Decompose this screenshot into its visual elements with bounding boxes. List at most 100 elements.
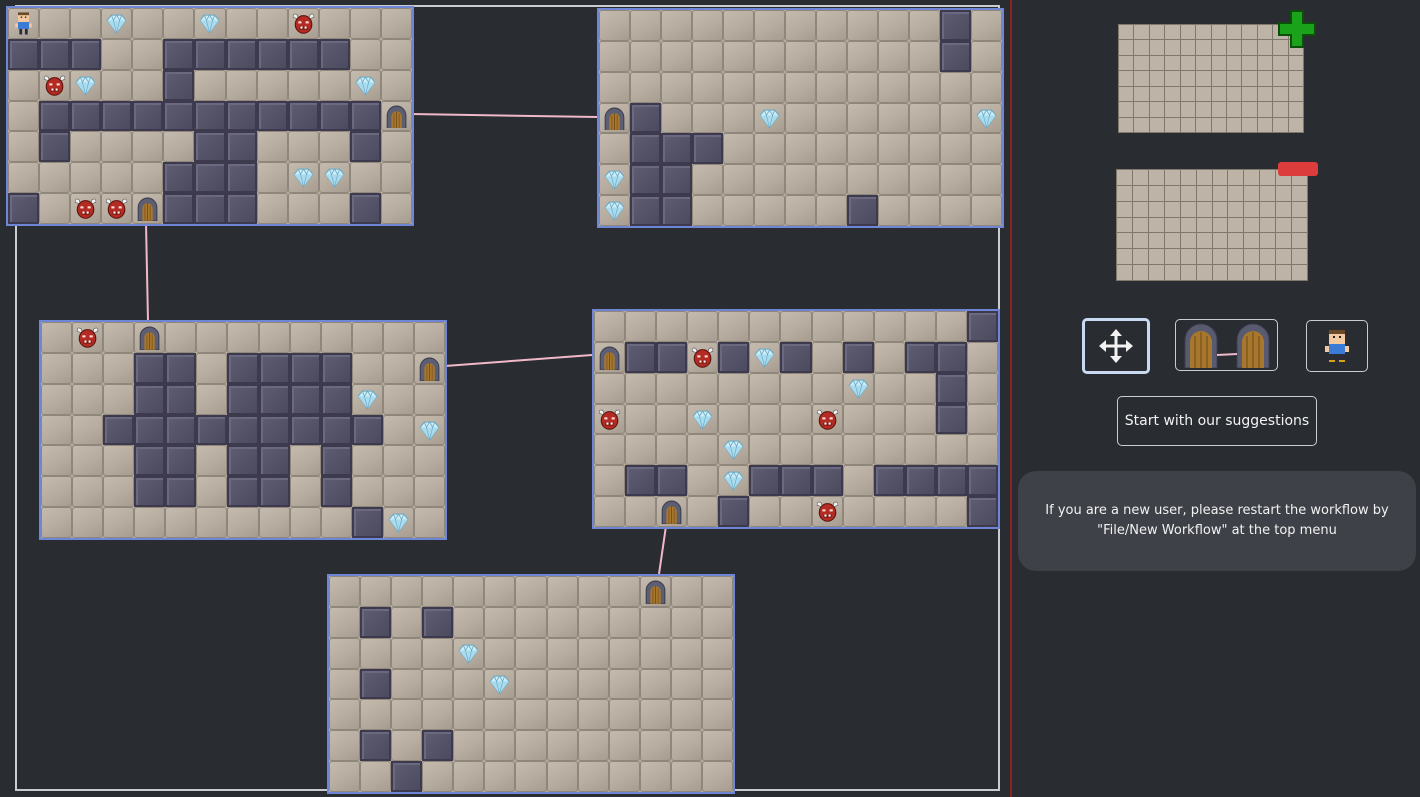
floor-tile[interactable] — [594, 496, 626, 527]
wall-tile[interactable] — [289, 414, 321, 446]
floor-tile[interactable] — [8, 69, 40, 101]
floor-tile[interactable] — [594, 465, 626, 497]
floor-tile[interactable] — [391, 699, 423, 731]
floor-tile[interactable] — [351, 352, 383, 384]
floor-tile[interactable] — [692, 10, 723, 41]
wall-tile[interactable] — [165, 476, 197, 508]
floor-tile[interactable] — [971, 133, 1002, 165]
floor-tile[interactable] — [101, 193, 133, 224]
floor-tile[interactable] — [484, 576, 516, 607]
floor-tile[interactable] — [811, 496, 843, 527]
floor-tile[interactable] — [940, 71, 971, 103]
wall-tile[interactable] — [349, 131, 381, 163]
floor-tile[interactable] — [625, 496, 657, 527]
floor-tile[interactable] — [546, 730, 578, 762]
floor-tile[interactable] — [878, 164, 909, 196]
floor-tile[interactable] — [670, 761, 702, 792]
floor-tile[interactable] — [847, 71, 878, 103]
wall-tile[interactable] — [287, 100, 319, 132]
wall-tile[interactable] — [103, 414, 135, 446]
wall-tile[interactable] — [320, 414, 352, 446]
wall-tile[interactable] — [165, 414, 197, 446]
wall-tile[interactable] — [847, 195, 878, 226]
floor-tile[interactable] — [329, 637, 361, 669]
floor-tile[interactable] — [329, 699, 361, 731]
floor-tile[interactable] — [132, 131, 164, 163]
floor-tile[interactable] — [39, 69, 71, 101]
wall-tile[interactable] — [225, 162, 257, 194]
floor-tile[interactable] — [656, 403, 688, 435]
dungeon-canvas[interactable] — [0, 0, 1010, 797]
wall-tile[interactable] — [935, 403, 967, 435]
floor-tile[interactable] — [380, 100, 412, 132]
floor-tile[interactable] — [723, 195, 754, 226]
floor-tile[interactable] — [639, 699, 671, 731]
floor-tile[interactable] — [577, 637, 609, 669]
wall-tile[interactable] — [661, 133, 692, 165]
wall-tile[interactable] — [258, 383, 290, 415]
floor-tile[interactable] — [320, 507, 352, 538]
floor-tile[interactable] — [847, 40, 878, 72]
floor-tile[interactable] — [103, 383, 135, 415]
floor-tile[interactable] — [515, 576, 547, 607]
floor-tile[interactable] — [639, 761, 671, 792]
room-3[interactable] — [39, 320, 447, 540]
floor-tile[interactable] — [692, 102, 723, 134]
floor-tile[interactable] — [842, 372, 874, 404]
floor-tile[interactable] — [70, 69, 102, 101]
wall-tile[interactable] — [8, 193, 40, 224]
floor-tile[interactable] — [351, 476, 383, 508]
floor-tile[interactable] — [785, 102, 816, 134]
floor-tile[interactable] — [687, 403, 719, 435]
floor-tile[interactable] — [422, 699, 454, 731]
floor-tile[interactable] — [196, 383, 228, 415]
floor-tile[interactable] — [72, 322, 104, 353]
floor-tile[interactable] — [225, 69, 257, 101]
wall-tile[interactable] — [842, 341, 874, 373]
floor-tile[interactable] — [873, 403, 905, 435]
wall-tile[interactable] — [165, 352, 197, 384]
floor-tile[interactable] — [670, 699, 702, 731]
floor-tile[interactable] — [630, 40, 661, 72]
floor-tile[interactable] — [599, 10, 630, 41]
floor-tile[interactable] — [701, 668, 733, 700]
wall-tile[interactable] — [134, 476, 166, 508]
floor-tile[interactable] — [878, 40, 909, 72]
wall-tile[interactable] — [873, 465, 905, 497]
wall-tile[interactable] — [227, 352, 259, 384]
floor-tile[interactable] — [70, 193, 102, 224]
floor-tile[interactable] — [360, 761, 392, 792]
floor-tile[interactable] — [904, 403, 936, 435]
floor-tile[interactable] — [103, 445, 135, 477]
floor-tile[interactable] — [754, 102, 785, 134]
floor-tile[interactable] — [701, 637, 733, 669]
floor-tile[interactable] — [287, 193, 319, 224]
wall-tile[interactable] — [39, 100, 71, 132]
move-tool-button[interactable] — [1082, 318, 1150, 374]
floor-tile[interactable] — [661, 10, 692, 41]
floor-tile[interactable] — [41, 476, 73, 508]
floor-tile[interactable] — [41, 383, 73, 415]
wall-tile[interactable] — [780, 465, 812, 497]
room-4[interactable] — [592, 309, 1000, 529]
floor-tile[interactable] — [816, 133, 847, 165]
floor-tile[interactable] — [391, 668, 423, 700]
wall-tile[interactable] — [904, 341, 936, 373]
floor-tile[interactable] — [382, 445, 414, 477]
wall-tile[interactable] — [225, 131, 257, 163]
floor-tile[interactable] — [780, 403, 812, 435]
floor-tile[interactable] — [546, 668, 578, 700]
floor-tile[interactable] — [577, 730, 609, 762]
floor-tile[interactable] — [670, 576, 702, 607]
wall-tile[interactable] — [422, 606, 454, 638]
floor-tile[interactable] — [816, 71, 847, 103]
floor-tile[interactable] — [670, 637, 702, 669]
floor-tile[interactable] — [608, 699, 640, 731]
floor-tile[interactable] — [103, 322, 135, 353]
floor-tile[interactable] — [101, 38, 133, 70]
floor-tile[interactable] — [780, 496, 812, 527]
floor-tile[interactable] — [163, 8, 195, 39]
floor-tile[interactable] — [909, 40, 940, 72]
floor-tile[interactable] — [608, 668, 640, 700]
link-room1-room3[interactable] — [145, 222, 149, 322]
